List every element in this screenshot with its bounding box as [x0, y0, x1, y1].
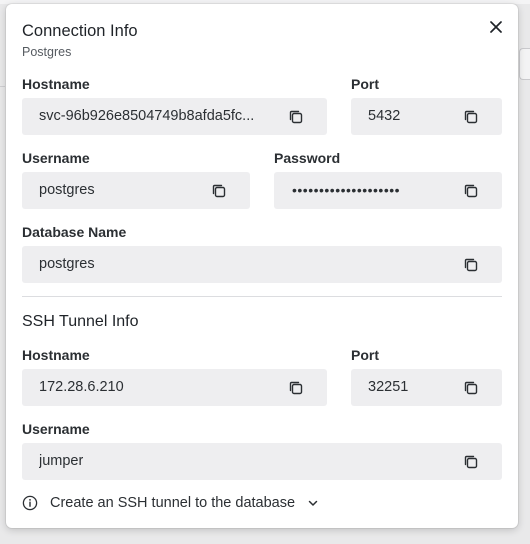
- connection-info-modal: Connection Info Postgres Hostname svc-96…: [6, 4, 518, 528]
- ssh-username-value: jumper: [39, 453, 84, 469]
- username-label: Username: [22, 150, 90, 166]
- background-divider: [0, 86, 5, 87]
- section-divider: [22, 296, 502, 297]
- background-control: [519, 48, 530, 80]
- hostname-label: Hostname: [22, 76, 90, 92]
- ssh-hostname-field: 172.28.6.210: [22, 369, 327, 406]
- modal-subtitle: Postgres: [22, 45, 72, 59]
- hostname-value: svc-96b926e8504749b8afda5fc...: [39, 108, 255, 124]
- ssh-username-copy-button[interactable]: [462, 453, 480, 471]
- info-icon: [22, 495, 38, 511]
- password-copy-button[interactable]: [462, 182, 480, 200]
- port-copy-button[interactable]: [462, 108, 480, 126]
- copy-icon: [464, 110, 478, 124]
- copy-icon: [289, 381, 303, 395]
- port-label: Port: [351, 76, 379, 92]
- password-label: Password: [274, 150, 341, 166]
- ssh-hostname-label: Hostname: [22, 347, 90, 363]
- copy-icon: [212, 184, 226, 198]
- hostname-copy-button[interactable]: [287, 108, 305, 126]
- close-button[interactable]: [485, 16, 507, 38]
- close-icon: [490, 21, 502, 33]
- ssh-section-title: SSH Tunnel Info: [22, 313, 139, 330]
- ssh-port-copy-button[interactable]: [462, 379, 480, 397]
- password-value: ••••••••••••••••••••: [292, 182, 401, 198]
- ssh-tunnel-help-label: Create an SSH tunnel to the database: [50, 495, 296, 511]
- username-value: postgres: [39, 182, 95, 198]
- copy-icon: [464, 184, 478, 198]
- ssh-hostname-value: 172.28.6.210: [39, 379, 124, 395]
- ssh-port-label: Port: [351, 347, 379, 363]
- ssh-port-value: 32251: [368, 379, 409, 395]
- ssh-hostname-copy-button[interactable]: [287, 379, 305, 397]
- modal-title: Connection Info: [22, 22, 138, 40]
- database-copy-button[interactable]: [462, 256, 480, 274]
- port-value: 5432: [368, 108, 401, 124]
- copy-icon: [464, 455, 478, 469]
- ssh-username-field: jumper: [22, 443, 502, 480]
- ssh-username-label: Username: [22, 421, 90, 437]
- ssh-port-field: 32251: [351, 369, 502, 406]
- username-field: postgres: [22, 172, 250, 209]
- port-field: 5432: [351, 98, 502, 135]
- database-field: postgres: [22, 246, 502, 283]
- copy-icon: [289, 110, 303, 124]
- copy-icon: [464, 381, 478, 395]
- username-copy-button[interactable]: [210, 182, 228, 200]
- copy-icon: [464, 258, 478, 272]
- database-value: postgres: [39, 256, 95, 272]
- password-field: ••••••••••••••••••••: [274, 172, 502, 209]
- ssh-tunnel-help-toggle[interactable]: Create an SSH tunnel to the database: [22, 492, 319, 514]
- hostname-field: svc-96b926e8504749b8afda5fc...: [22, 98, 327, 135]
- chevron-down-icon: [307, 497, 319, 509]
- database-label: Database Name: [22, 224, 127, 240]
